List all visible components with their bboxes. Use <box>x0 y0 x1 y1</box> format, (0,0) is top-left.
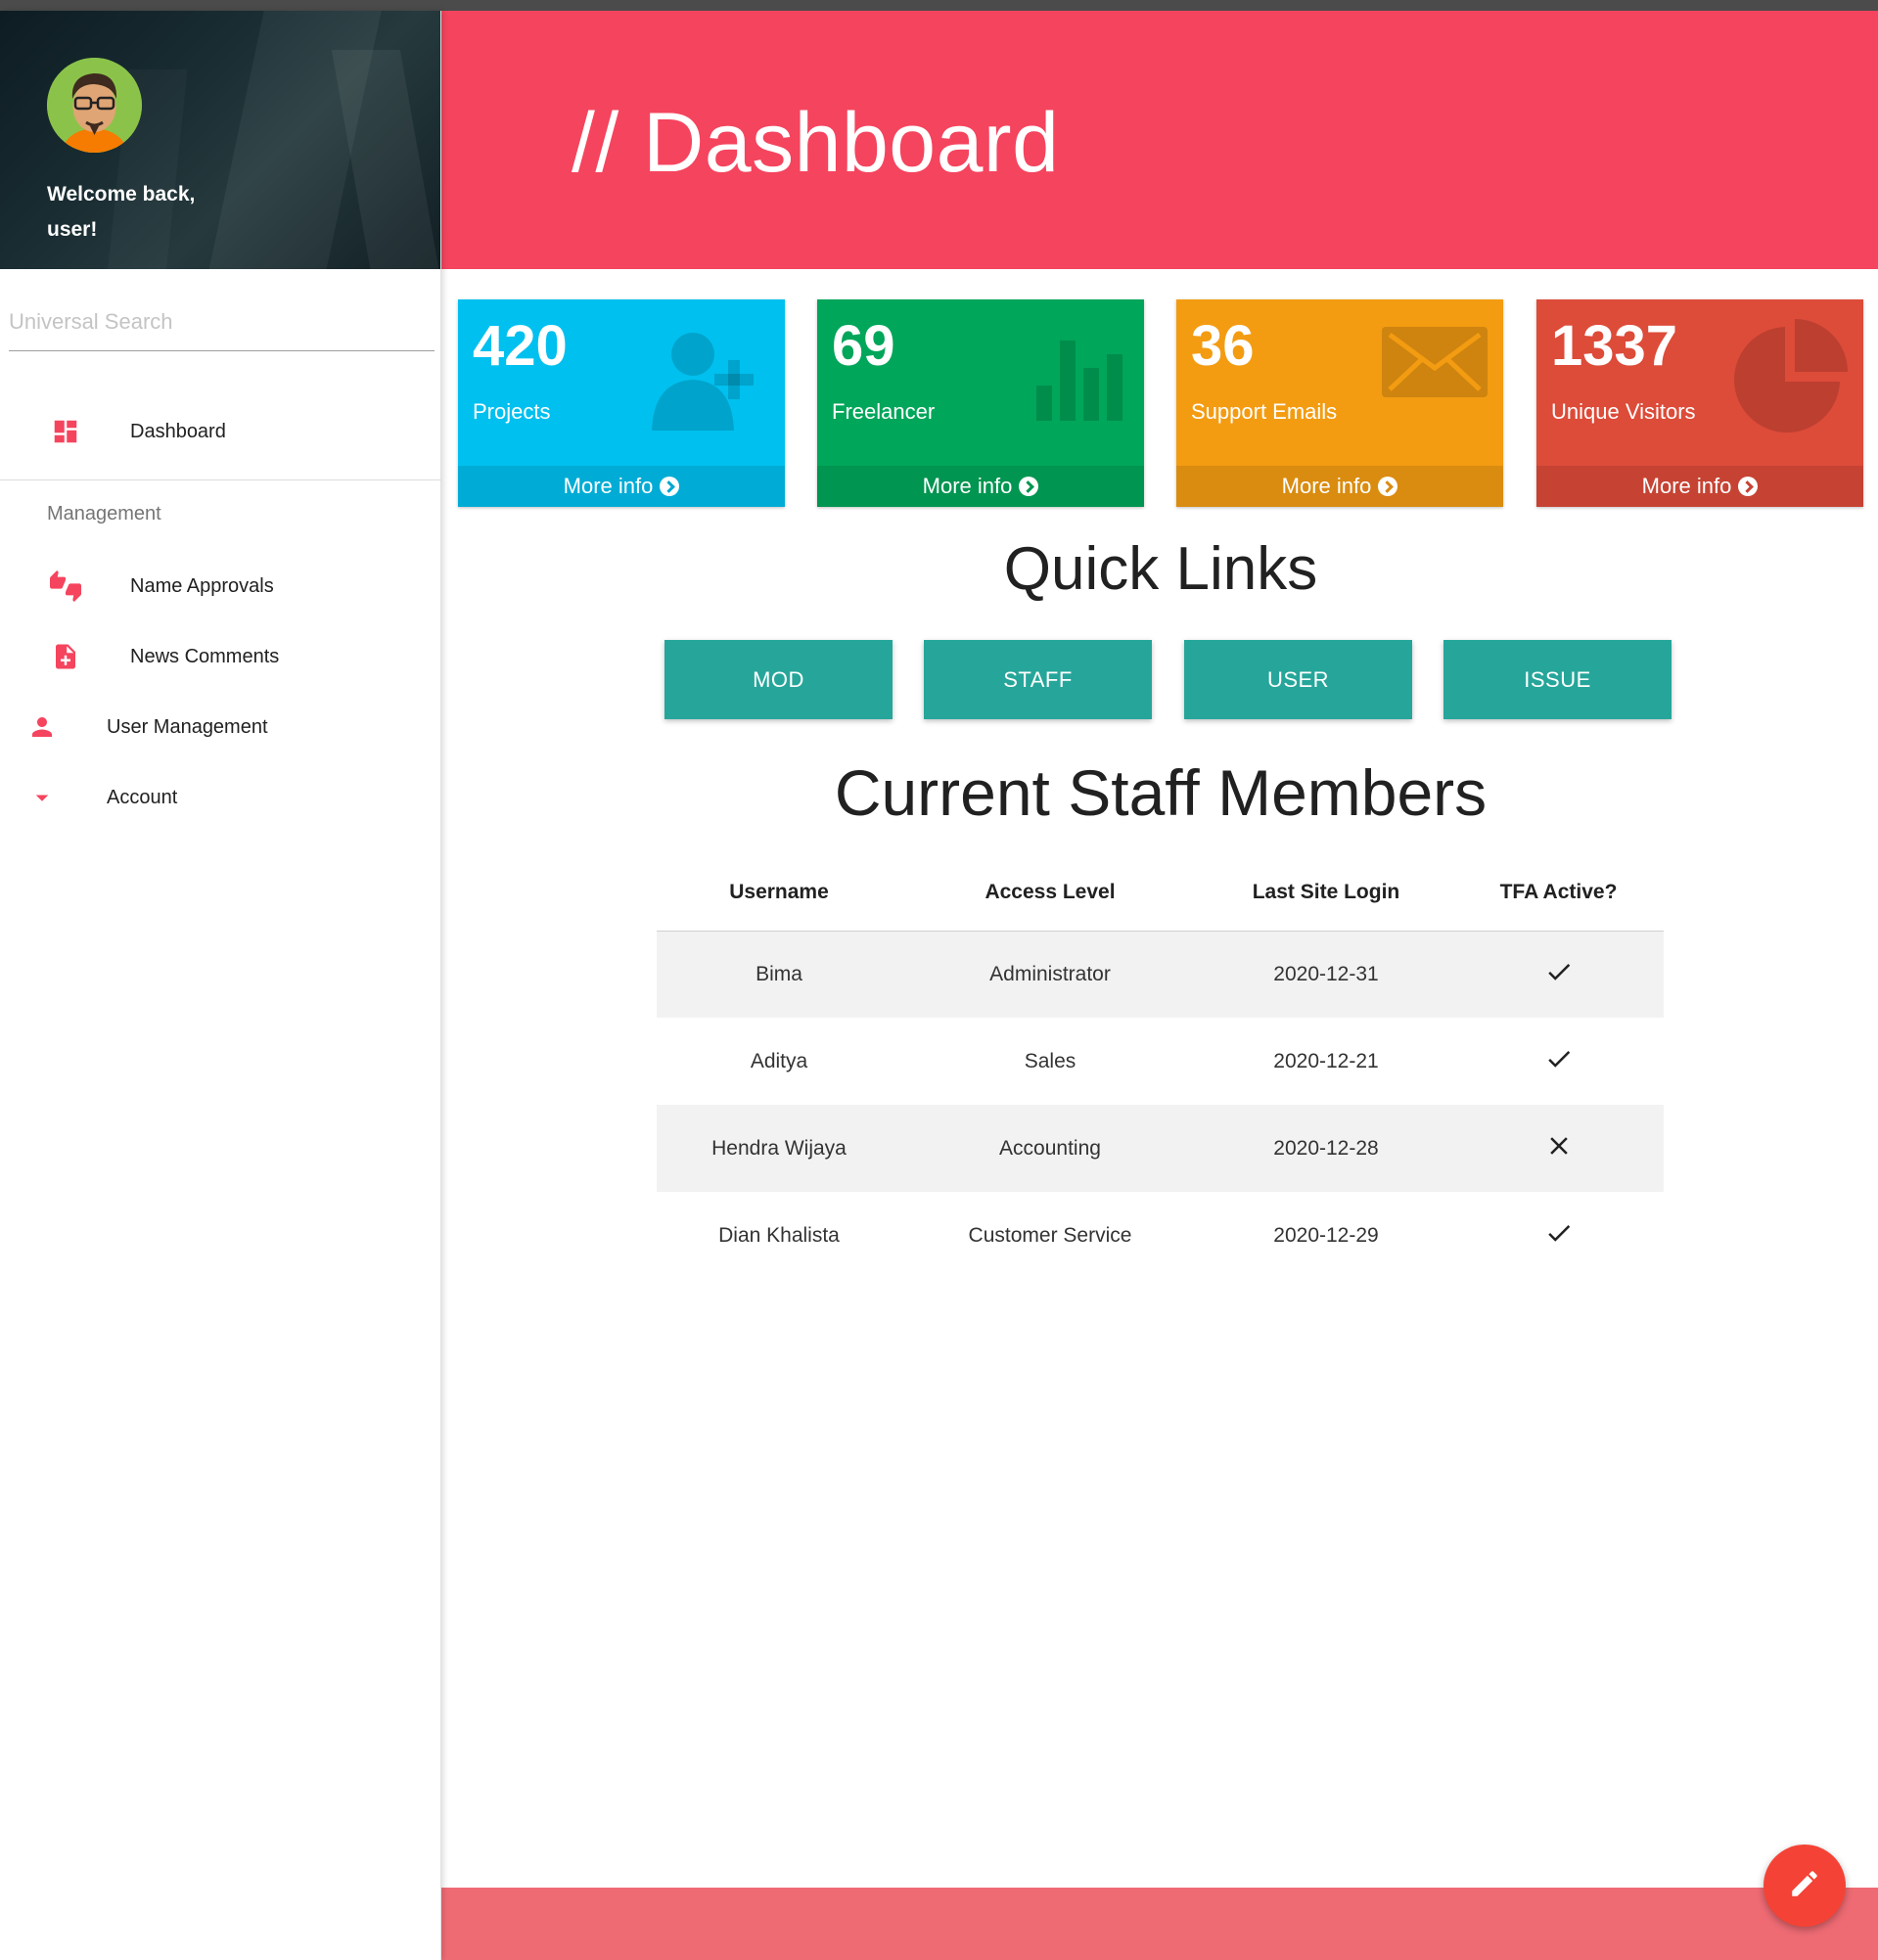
more-info-link[interactable]: More info <box>1176 466 1503 507</box>
thumbs-up-down-icon <box>49 570 82 603</box>
page-title: // Dashboard <box>572 96 1060 190</box>
stat-value: 420 <box>473 314 568 378</box>
arrow-circle-right-icon <box>660 477 680 496</box>
cell-access-level: Sales <box>1024 1049 1076 1072</box>
welcome-message: Welcome back, user! <box>47 177 262 248</box>
table-row: Aditya Sales 2020-12-21 <box>657 1018 1664 1105</box>
cell-tfa <box>1453 1105 1664 1192</box>
stat-card-unique-visitors: 1337 Unique Visitors More info <box>1536 299 1863 507</box>
universal-search <box>9 295 435 351</box>
more-info-link[interactable]: More info <box>817 466 1144 507</box>
check-icon <box>1544 1224 1574 1253</box>
stat-value: 1337 <box>1551 314 1678 378</box>
sidebar-item-dashboard[interactable]: Dashboard <box>0 402 441 461</box>
pencil-edit-icon <box>1788 1867 1821 1905</box>
note-add-icon <box>49 640 82 673</box>
stat-label: Unique Visitors <box>1551 399 1696 424</box>
universal-search-input[interactable] <box>9 295 435 349</box>
check-icon <box>1544 1050 1574 1078</box>
sidebar-item-label: Name Approvals <box>130 574 274 597</box>
quick-link-mod-button[interactable]: MOD <box>664 640 893 719</box>
user-avatar-icon[interactable] <box>47 58 142 153</box>
quick-links-title: Quick Links <box>1003 535 1318 603</box>
sidebar-item-label: User Management <box>107 715 268 738</box>
column-header-last-login: Last Site Login <box>1199 855 1453 932</box>
welcome-line: Welcome back, <box>47 183 196 205</box>
cell-access-level: Accounting <box>901 1105 1199 1192</box>
staff-section-title: Current Staff Members <box>834 756 1488 829</box>
more-info-label: More info <box>922 474 1013 498</box>
column-header-tfa: TFA Active? <box>1453 855 1664 932</box>
stat-card-freelancer: 69 Freelancer More info <box>817 299 1144 507</box>
cell-tfa <box>1453 1192 1664 1279</box>
table-header-row: Username Access Level Last Site Login TF… <box>657 855 1664 932</box>
page-footer <box>441 1888 1878 1960</box>
sidebar-profile-header: Welcome back, user! <box>0 11 440 269</box>
sidebar-section-header: Management <box>47 503 161 524</box>
close-icon <box>1544 1136 1574 1165</box>
staff-table: Username Access Level Last Site Login TF… <box>657 855 1664 1279</box>
cell-last-login: 2020-12-31 <box>1199 931 1453 1018</box>
column-header-username: Username <box>657 855 901 932</box>
more-info-label: More info <box>1281 474 1372 498</box>
quick-link-issue-button[interactable]: ISSUE <box>1443 640 1672 719</box>
window-top-strip <box>0 0 1878 11</box>
quick-link-staff-button[interactable]: STAFF <box>924 640 1152 719</box>
sidebar-item-label: News Comments <box>130 645 280 667</box>
stat-label: Freelancer <box>832 399 936 424</box>
more-info-link[interactable]: More info <box>1536 466 1863 507</box>
cell-tfa <box>1453 931 1664 1018</box>
cell-username: Hendra Wijaya <box>657 1105 901 1192</box>
user-plus-icon <box>644 325 771 437</box>
stat-card-support-emails: 36 Support Emails More info <box>1176 299 1503 507</box>
check-icon <box>1544 963 1574 991</box>
sidebar-item-label: Account <box>107 786 178 808</box>
envelope-icon <box>1380 325 1489 408</box>
cell-username: Dian Khalista <box>718 1223 840 1247</box>
cell-username: Bima <box>657 931 901 1018</box>
stat-card-projects: 420 Projects More info <box>458 299 785 507</box>
arrow-circle-right-icon <box>1378 477 1398 496</box>
sidebar-divider <box>0 479 441 480</box>
more-info-label: More info <box>563 474 654 498</box>
stat-label: Projects <box>473 399 551 424</box>
cell-last-login: 2020-12-21 <box>1273 1049 1379 1072</box>
cell-last-login: 2020-12-28 <box>1199 1105 1453 1192</box>
stat-value: 36 <box>1191 314 1255 378</box>
welcome-username: user! <box>47 218 98 241</box>
cell-last-login: 2020-12-29 <box>1273 1223 1379 1247</box>
cell-access-level: Customer Service <box>968 1223 1132 1247</box>
sidebar-item-name-approvals[interactable]: Name Approvals <box>0 557 441 615</box>
page-header: // Dashboard <box>441 11 1878 269</box>
sidebar-item-label: Dashboard <box>130 420 226 442</box>
sidebar-item-user-management[interactable]: User Management <box>0 698 441 756</box>
table-row: Bima Administrator 2020-12-31 <box>657 931 1664 1018</box>
arrow-circle-right-icon <box>1738 477 1759 496</box>
table-row: Hendra Wijaya Accounting 2020-12-28 <box>657 1105 1664 1192</box>
stat-label: Support Emails <box>1191 399 1338 424</box>
pie-chart-icon <box>1730 317 1850 441</box>
column-header-access-level: Access Level <box>901 855 1199 932</box>
more-info-link[interactable]: More info <box>458 466 785 507</box>
cell-tfa <box>1453 1018 1664 1105</box>
quick-link-user-button[interactable]: USER <box>1184 640 1412 719</box>
sidebar: Welcome back, user! Dashboard Management… <box>0 11 441 1960</box>
dashboard-icon <box>49 415 82 448</box>
more-info-label: More info <box>1641 474 1732 498</box>
edit-fab-button[interactable] <box>1763 1845 1846 1927</box>
avatar-illustration <box>47 58 142 153</box>
sidebar-item-account[interactable]: Account <box>0 768 441 827</box>
cell-access-level: Administrator <box>901 931 1199 1018</box>
stat-value: 69 <box>832 314 895 378</box>
arrow-circle-right-icon <box>1019 477 1039 496</box>
arrow-drop-down-icon <box>25 781 59 814</box>
cell-username: Aditya <box>750 1049 808 1072</box>
table-row: Dian Khalista Customer Service 2020-12-29 <box>657 1192 1664 1279</box>
person-icon <box>25 710 59 744</box>
sidebar-item-news-comments[interactable]: News Comments <box>0 627 441 686</box>
bar-chart-icon <box>1032 325 1130 428</box>
